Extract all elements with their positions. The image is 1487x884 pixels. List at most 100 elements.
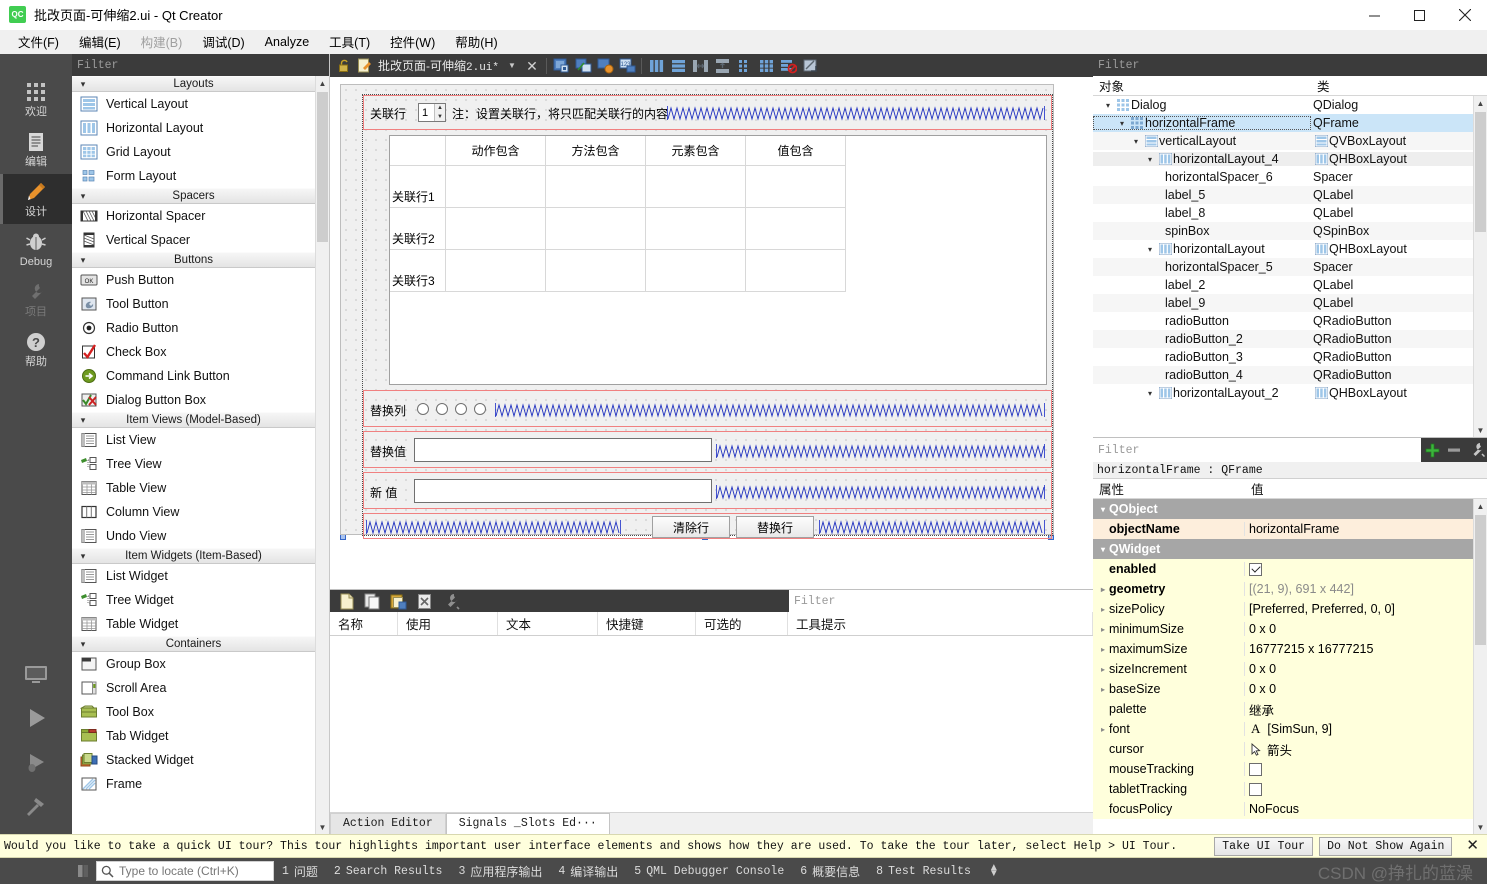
horizontal-spacer-6[interactable] <box>667 104 1045 122</box>
mode-welcome[interactable]: 欢迎 <box>0 74 72 124</box>
edit-buddies-icon[interactable] <box>594 56 616 76</box>
widget-item-column-view[interactable]: Column View <box>72 500 315 524</box>
object-inspector-rows[interactable]: ▾ Dialog QDialog ▾ horizontalFrame QFram… <box>1093 96 1473 437</box>
conditions-table[interactable]: 动作包含 方法包含 元素包含 值包含 关联行1 关联行2 关联行3 <box>389 135 1047 385</box>
object-row-label-2[interactable]: label_2 QLabel <box>1093 276 1473 294</box>
widget-item-form-layout[interactable]: Form Layout <box>72 164 315 188</box>
object-inspector-scrollbar[interactable]: ▲ ▼ <box>1473 96 1487 437</box>
status-pane-issues[interactable]: 1 问题 <box>274 863 326 880</box>
horizontal-spacer-5[interactable] <box>495 401 1045 419</box>
run-button[interactable] <box>0 696 72 740</box>
action-col-name[interactable]: 名称 <box>330 612 398 635</box>
horizontal-spacer-new-val[interactable] <box>716 483 1045 501</box>
object-row-verticallayout[interactable]: ▾ verticalLayout QVBoxLayout <box>1093 132 1473 150</box>
spinbox-arrows[interactable]: ▲ ▼ <box>434 104 445 121</box>
table-cell[interactable] <box>546 208 646 250</box>
scrollbar-thumb[interactable] <box>317 92 328 242</box>
widget-item-list-widget[interactable]: List Widget <box>72 564 315 588</box>
property-editor-rows[interactable]: ▾ QObject objectName horizontalFrame ▾ QWi… <box>1093 499 1473 834</box>
chevron-right-icon[interactable]: ▸ <box>1097 665 1109 674</box>
table-cell[interactable] <box>546 166 646 208</box>
object-row-horizontalspacer-6[interactable]: horizontalSpacer_6 Spacer <box>1093 168 1473 186</box>
layout-vertically-icon[interactable] <box>667 56 689 76</box>
paste-action-icon[interactable] <box>386 591 412 611</box>
layout-splitter-h-icon[interactable] <box>689 56 711 76</box>
property-col-property[interactable]: 属性 <box>1093 479 1245 498</box>
plus-icon[interactable] <box>1421 438 1443 462</box>
widget-item-grid-layout[interactable]: Grid Layout <box>72 140 315 164</box>
property-row-tablettracking[interactable]: tabletTracking <box>1093 779 1473 799</box>
scroll-down-icon[interactable]: ▼ <box>316 820 329 834</box>
clear-row-button[interactable]: 清除行 <box>652 516 730 538</box>
radio-button-3[interactable] <box>455 403 467 415</box>
object-row-radiobutton-4[interactable]: radioButton_4 QRadioButton <box>1093 366 1473 384</box>
adjust-size-icon[interactable] <box>799 56 821 76</box>
mode-projects[interactable]: 项目 <box>0 274 72 324</box>
table-row[interactable]: 关联行3 <box>390 250 1046 292</box>
object-row-horizontalframe[interactable]: ▾ horizontalFrame QFrame <box>1093 114 1473 132</box>
action-col-text[interactable]: 文本 <box>498 612 598 635</box>
status-pane-search-results[interactable]: 2 Search Results <box>326 865 451 878</box>
property-row-font[interactable]: ▸ font A [SimSun, 9] <box>1093 719 1473 739</box>
property-value[interactable]: [Preferred, Preferred, 0, 0] <box>1245 602 1473 616</box>
action-editor-filter-input[interactable]: Filter <box>789 590 1093 612</box>
chevron-down-icon[interactable]: ▾ <box>1115 119 1129 128</box>
break-layout-icon[interactable] <box>777 56 799 76</box>
tab-action-editor[interactable]: Action Editor <box>330 813 446 834</box>
widget-item-tree-view[interactable]: Tree View <box>72 452 315 476</box>
maximize-button[interactable] <box>1397 0 1442 30</box>
widget-category-item-views[interactable]: ▾ Item Views (Model-Based) <box>72 412 315 428</box>
property-row-maximumsize[interactable]: ▸ maximumSize 16777215 x 16777215 <box>1093 639 1473 659</box>
property-row-focuspolicy[interactable]: focusPolicy NoFocus <box>1093 799 1473 819</box>
widget-item-undo-view[interactable]: Undo View <box>72 524 315 548</box>
configure-icon[interactable] <box>438 591 464 611</box>
widget-item-group-box[interactable]: Group Box <box>72 652 315 676</box>
close-icon[interactable]: ✕ <box>1462 838 1483 853</box>
property-value[interactable]: [SimSun, 9] <box>1267 722 1332 736</box>
tab-signals-slots-editor[interactable]: Signals _Slots Ed··· <box>445 813 610 834</box>
layout-grid-icon[interactable] <box>755 56 777 76</box>
layout-row-buttons[interactable]: 清除行 替换行 <box>363 513 1052 539</box>
menu-edit[interactable]: 编辑(E) <box>69 29 131 54</box>
horizontal-spacer-btn-left[interactable] <box>366 518 621 536</box>
mode-design[interactable]: 设计 <box>0 174 72 224</box>
chevron-down-icon[interactable]: ▾ <box>1097 505 1109 514</box>
table-row[interactable]: 关联行1 <box>390 166 1046 208</box>
mousetracking-checkbox[interactable] <box>1249 762 1262 776</box>
action-col-checkable[interactable]: 可选的 <box>696 612 788 635</box>
table-cell[interactable] <box>446 250 546 292</box>
chevron-down-icon[interactable]: ▾ <box>1101 101 1115 110</box>
chevron-right-icon[interactable]: ▸ <box>1097 645 1109 654</box>
object-row-radiobutton-3[interactable]: radioButton_3 QRadioButton <box>1093 348 1473 366</box>
take-ui-tour-button[interactable]: Take UI Tour <box>1214 836 1314 856</box>
property-row-objectname[interactable]: objectName horizontalFrame <box>1093 519 1473 539</box>
widget-item-stacked-widget[interactable]: Stacked Widget <box>72 748 315 772</box>
object-row-horizontallayout[interactable]: ▾ horizontalLayout QHBoxLayout <box>1093 240 1473 258</box>
widget-item-command-link-button[interactable]: Command Link Button <box>72 364 315 388</box>
object-row-label-9[interactable]: label_9 QLabel <box>1093 294 1473 312</box>
widget-item-radio-button[interactable]: Radio Button <box>72 316 315 340</box>
output-pane-spinner[interactable]: ▲ ▼ <box>979 863 1009 879</box>
edit-widgets-icon[interactable] <box>550 56 572 76</box>
object-col-object[interactable]: 对象 <box>1093 76 1311 95</box>
wrench-icon[interactable] <box>1465 438 1487 462</box>
property-value[interactable]: [(21, 9), 691 x 442] <box>1245 582 1473 596</box>
close-document-icon[interactable]: ✕ <box>521 59 543 73</box>
enabled-checkbox[interactable] <box>1249 562 1262 576</box>
widget-item-scroll-area[interactable]: Scroll Area <box>72 676 315 700</box>
horizontal-spacer-btn-right[interactable] <box>819 518 1045 536</box>
mode-edit[interactable]: 编辑 <box>0 124 72 174</box>
property-row-geometry[interactable]: ▸ geometry [(21, 9), 691 x 442] <box>1093 579 1473 599</box>
object-row-label-5[interactable]: label_5 QLabel <box>1093 186 1473 204</box>
property-row-sizepolicy[interactable]: ▸ sizePolicy [Preferred, Preferred, 0, 0] <box>1093 599 1473 619</box>
widget-item-tool-button[interactable]: Tool Button <box>72 292 315 316</box>
menu-build[interactable]: 构建(B) <box>131 29 193 54</box>
table-cell[interactable] <box>446 166 546 208</box>
property-value[interactable]: 16777215 x 16777215 <box>1245 642 1473 656</box>
menu-file[interactable]: 文件(F) <box>8 29 69 54</box>
unlock-icon[interactable] <box>334 59 354 73</box>
radio-button-1[interactable] <box>417 403 429 415</box>
minimize-button[interactable] <box>1352 0 1397 30</box>
menu-help[interactable]: 帮助(H) <box>445 29 507 54</box>
chevron-right-icon[interactable]: ▸ <box>1097 585 1109 594</box>
